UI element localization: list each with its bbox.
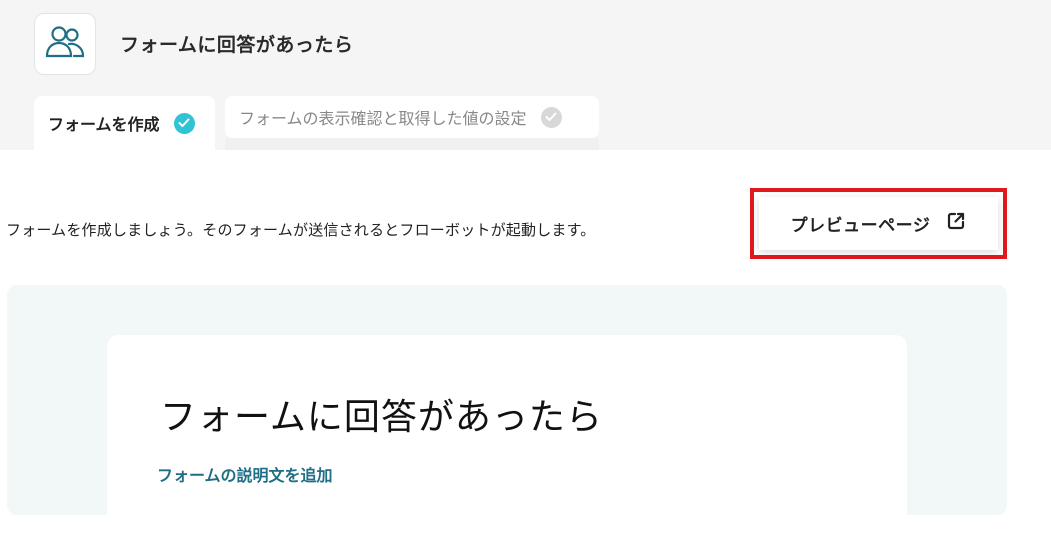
intro-text: フォームを作成しましょう。そのフォームが送信されるとフローボットが起動します。 bbox=[6, 221, 596, 239]
users-icon bbox=[45, 25, 85, 63]
app-icon-tile bbox=[34, 13, 96, 75]
preview-page-button[interactable]: プレビューページ bbox=[759, 197, 998, 250]
check-icon bbox=[540, 106, 562, 128]
tab-confirm-form[interactable]: フォームの表示確認と取得した値の設定 bbox=[225, 96, 599, 138]
header-bar: フォームに回答があったら フォームを作成 フォームの表示確認と取得した値の設定 bbox=[0, 0, 1051, 150]
tab-label: フォームを作成 bbox=[48, 115, 160, 134]
preview-button-label: プレビューページ bbox=[790, 216, 931, 236]
external-link-icon bbox=[946, 211, 966, 236]
tab-label: フォームの表示確認と取得した値の設定 bbox=[239, 109, 527, 128]
preview-highlight: プレビューページ bbox=[750, 188, 1007, 259]
tab-underlay bbox=[225, 138, 599, 150]
add-description-link[interactable]: フォームの説明文を追加 bbox=[157, 462, 333, 486]
page-title: フォームに回答があったら bbox=[120, 34, 354, 56]
form-title[interactable]: フォームに回答があったら bbox=[160, 388, 603, 440]
tab-create-form[interactable]: フォームを作成 bbox=[34, 96, 215, 150]
check-icon bbox=[173, 112, 195, 134]
